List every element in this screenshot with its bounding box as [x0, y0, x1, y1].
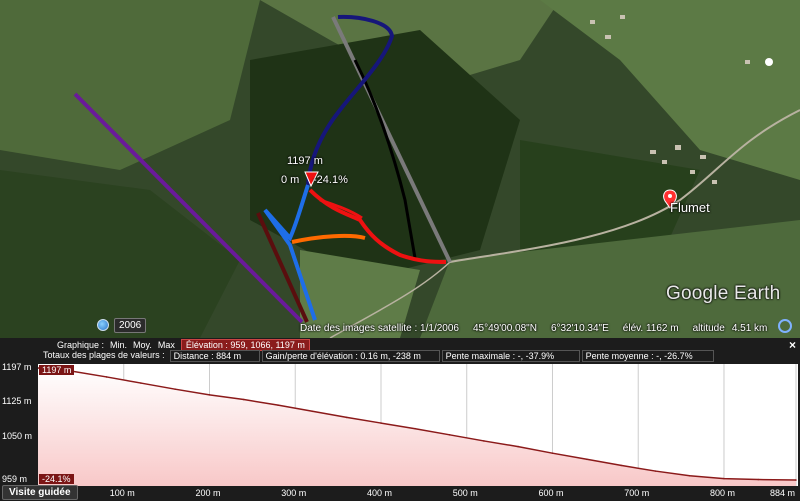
- x-tick-label-2: 300 m: [281, 488, 307, 498]
- elevation-chart[interactable]: [37, 364, 798, 486]
- elevation-point-9: [345, 416, 348, 419]
- distance-total: Distance : 884 m: [169, 350, 260, 362]
- elevation-gain-loss: Gain/perte d'élévation : 0.16 m, -238 m: [261, 350, 440, 362]
- elevation-point-21: [757, 478, 760, 481]
- status-bar: Date des images satellite : 1/1/2006 45°…: [300, 320, 777, 336]
- logo-brand: Google: [666, 283, 729, 304]
- elevation-point-11: [414, 427, 417, 430]
- elevation-point-15: [551, 452, 554, 454]
- close-profile-button[interactable]: ×: [789, 338, 796, 352]
- graph-min-option[interactable]: Min.: [107, 340, 130, 350]
- elevation-point-7: [277, 404, 279, 406]
- avg-slope: Pente moyenne : -, -26.7%: [581, 350, 714, 362]
- pin-slope-label: -24.1%: [313, 174, 348, 186]
- elevation-point-18: [654, 470, 657, 472]
- x-tick-label-0: 100 m: [109, 488, 135, 498]
- place-pin-dot: [668, 194, 672, 198]
- x-tick-label-7: 800 m: [709, 488, 735, 498]
- elevation-point-12: [448, 434, 451, 436]
- elevation-point-5: [208, 394, 211, 396]
- graph-avg-option[interactable]: Moy.: [130, 340, 155, 350]
- elevation-point-10: [380, 422, 382, 424]
- x-tick-label-4: 500 m: [452, 488, 478, 498]
- latitude-readout: 45°49'00.08"N: [472, 322, 537, 334]
- poi-icon: [765, 58, 773, 66]
- graph-max-option[interactable]: Max: [155, 340, 178, 350]
- y-tick-label-3: 959 m: [2, 474, 28, 484]
- elevation-point-2: [105, 376, 108, 378]
- place-label-flumet[interactable]: Flumet: [670, 200, 710, 215]
- elevation-point-3: [140, 382, 142, 384]
- slope-badge: -24.1%: [39, 474, 74, 484]
- y-tick-label-0: 1197 m: [2, 362, 32, 372]
- historical-imagery-year-badge[interactable]: 2006: [114, 318, 147, 333]
- pin-elevation-label: 1197 m: [287, 155, 323, 167]
- elevation-point-19: [688, 474, 691, 477]
- elevation-point-6: [242, 398, 245, 401]
- longitude-readout: 6°32'10.34"E: [550, 322, 609, 334]
- altitude-label: altitude: [692, 322, 725, 334]
- elevation-point-14: [517, 445, 519, 448]
- totals-row: Totaux des plages de valeurs : Distance …: [0, 350, 716, 362]
- imagery-date: Date des images satellite : 1/1/2006: [300, 322, 459, 334]
- globe-icon[interactable]: [97, 319, 109, 331]
- pin-distance-label: 0 m: [281, 174, 300, 186]
- x-tick-label-1: 200 m: [195, 488, 221, 498]
- google-earth-logo: Google Earth: [666, 283, 780, 305]
- x-tick-label-6: 700 m: [624, 488, 650, 498]
- max-slope: Pente maximale : -, -37.9%: [441, 350, 580, 362]
- y-tick-label-2: 1050 m: [2, 431, 33, 442]
- y-tick-label-1: 1125 m: [2, 395, 32, 406]
- totals-label: Totaux des plages de valeurs :: [43, 350, 165, 360]
- graph-label: Graphique :: [57, 340, 105, 350]
- logo-product: Earth: [733, 283, 781, 304]
- elevation-point-20: [723, 477, 725, 480]
- elevation-chart-svg: [37, 364, 797, 486]
- x-tick-label-5: 600 m: [538, 488, 564, 498]
- elevation-point-13: [483, 440, 485, 442]
- tour-button[interactable]: Visite guidée: [2, 485, 78, 500]
- elevation-profile-panel: × Graphique : Min. Moy. Max Élévation : …: [0, 338, 800, 501]
- google-earth-window: 1197 m 0 m -24.1% Flumet Google Earth 20…: [0, 0, 800, 501]
- altitude-readout: 4.51 km: [731, 322, 768, 334]
- x-tick-label-8: 884 m: [770, 488, 796, 498]
- elevation-point-16: [585, 458, 588, 461]
- elevation-point-4: [174, 388, 176, 390]
- x-tick-label-3: 400 m: [366, 488, 392, 498]
- max-elevation-badge: 1197 m: [39, 365, 75, 375]
- elevation-point-17: [620, 464, 622, 467]
- elevation-point-22: [795, 479, 797, 481]
- elevation-readout: élév. 1162 m: [622, 322, 679, 334]
- compass-icon[interactable]: [778, 319, 792, 333]
- map-view[interactable]: 1197 m 0 m -24.1% Flumet Google Earth 20…: [0, 0, 800, 338]
- elevation-point-8: [311, 410, 314, 413]
